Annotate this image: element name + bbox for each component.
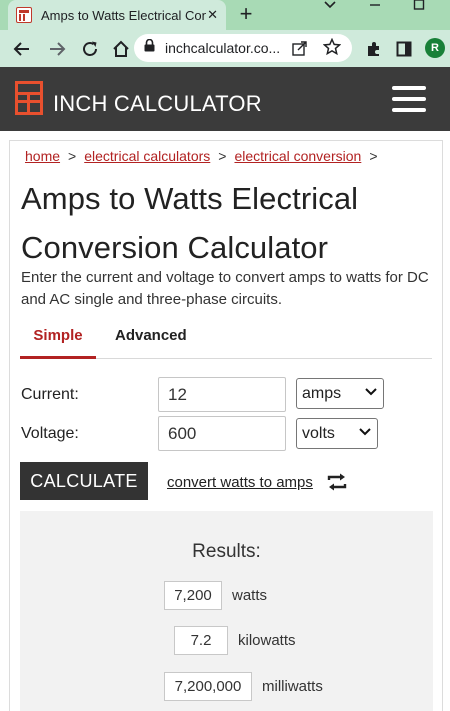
chevron-down-icon: [358, 424, 372, 443]
swap-icon[interactable]: [326, 473, 348, 496]
star-icon[interactable]: [322, 37, 342, 61]
result-row-milliwatts: 7,200,000 milliwatts: [164, 672, 323, 701]
profile-avatar[interactable]: R: [425, 38, 445, 58]
lock-icon[interactable]: [144, 38, 155, 57]
puzzle-icon[interactable]: [359, 34, 389, 64]
voltage-input[interactable]: [158, 416, 286, 451]
results-panel: Results: 7,200 watts 7.2 kilowatts 7,200…: [20, 511, 433, 711]
browser-tab-title: Amps to Watts Electrical Conv: [41, 7, 206, 23]
page-title: Amps to Watts Electrical Conversion Calc…: [21, 181, 359, 265]
calculator-tabs: Simple Advanced: [20, 319, 432, 359]
tab-advanced[interactable]: Advanced: [115, 319, 187, 359]
maximize-window-icon[interactable]: [412, 0, 426, 12]
breadcrumb-separator: >: [369, 148, 378, 164]
result-row-watts: 7,200 watts: [164, 581, 267, 610]
reload-icon[interactable]: [75, 34, 105, 64]
current-label: Current:: [21, 386, 79, 403]
breadcrumb: home > electrical calculators > electrical c…: [25, 148, 386, 164]
calculator-favicon-icon: [16, 7, 32, 23]
forward-arrow-icon[interactable]: [42, 34, 72, 64]
close-tab-icon[interactable]: ✕: [207, 7, 218, 23]
breadcrumb-home[interactable]: home: [25, 148, 60, 164]
hamburger-menu-icon[interactable]: [392, 86, 426, 112]
tab-search-icon[interactable]: [323, 0, 337, 12]
address-bar[interactable]: inchcalculator.co...: [134, 34, 352, 62]
calculator-logo-icon[interactable]: [15, 81, 43, 115]
voltage-unit-value: volts: [302, 424, 335, 442]
site-logo-text[interactable]: INCH CALCULATOR: [53, 91, 262, 117]
share-icon[interactable]: [292, 40, 308, 61]
result-value: 7,200: [164, 581, 222, 610]
site-header: INCH CALCULATOR: [0, 67, 450, 131]
back-arrow-icon[interactable]: [7, 34, 37, 64]
result-unit: kilowatts: [238, 632, 296, 649]
side-panel-icon[interactable]: [389, 34, 419, 64]
minimize-window-icon[interactable]: [368, 0, 382, 12]
url-text: inchcalculator.co...: [165, 40, 281, 56]
breadcrumb-separator: >: [218, 148, 227, 164]
voltage-unit-select[interactable]: volts: [296, 418, 378, 449]
breadcrumb-electrical-conversion[interactable]: electrical conversion: [234, 148, 361, 164]
result-value: 7.2: [174, 626, 228, 655]
current-unit-value: amps: [302, 384, 342, 402]
calculate-button[interactable]: CALCULATE: [20, 462, 148, 500]
current-input[interactable]: [158, 377, 286, 412]
browser-tab-strip: Amps to Watts Electrical Conv ✕ +: [0, 0, 450, 30]
voltage-label: Voltage:: [21, 425, 79, 442]
new-tab-button[interactable]: +: [234, 3, 258, 27]
chevron-down-icon: [364, 384, 378, 403]
result-value: 7,200,000: [164, 672, 252, 701]
convert-watts-to-amps-link[interactable]: convert watts to amps: [167, 474, 313, 491]
browser-tab[interactable]: Amps to Watts Electrical Conv ✕: [8, 0, 226, 30]
tab-simple[interactable]: Simple: [20, 319, 96, 359]
result-unit: watts: [232, 587, 268, 604]
result-unit: milliwatts: [262, 678, 323, 695]
result-row-kilowatts: 7.2 kilowatts: [174, 626, 296, 655]
home-icon[interactable]: [106, 34, 136, 64]
current-unit-select[interactable]: amps: [296, 378, 384, 409]
results-title: Results:: [192, 541, 261, 562]
calculator-card: home > electrical calculators > electrical c…: [9, 140, 443, 711]
breadcrumb-electrical-calculators[interactable]: electrical calculators: [84, 148, 210, 164]
page-intro: Enter the current and voltage to convert…: [21, 269, 429, 308]
breadcrumb-separator: >: [68, 148, 77, 164]
